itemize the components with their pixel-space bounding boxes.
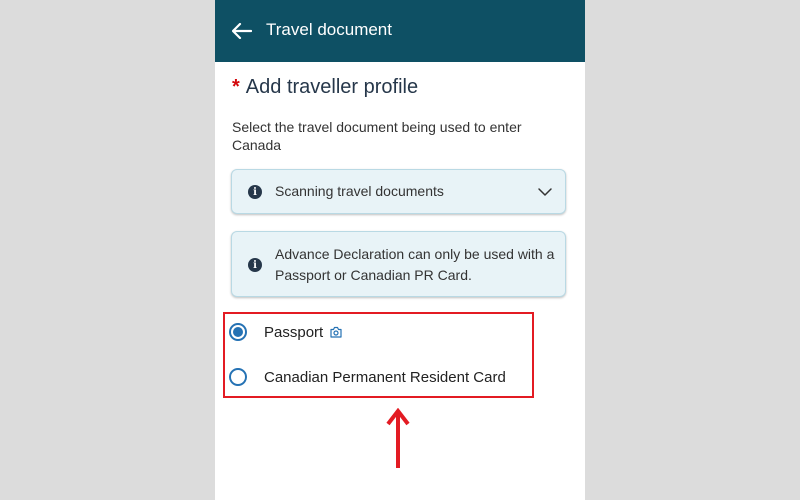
page-description: Select the travel document being used to… bbox=[232, 119, 522, 153]
header-title: Travel document bbox=[266, 20, 392, 39]
notice-text: Advance Declaration can only be used wit… bbox=[275, 246, 555, 283]
required-marker: * bbox=[232, 76, 240, 98]
app-header: Travel document bbox=[215, 0, 585, 62]
passport-notice: i Advance Declaration can only be used w… bbox=[231, 231, 566, 297]
chevron-down-icon bbox=[538, 188, 552, 196]
accordion-label: Scanning travel documents bbox=[275, 183, 444, 199]
highlight-annotation-box bbox=[223, 312, 534, 398]
info-icon: i bbox=[248, 258, 262, 272]
page-title: * Add traveller profile bbox=[232, 76, 418, 99]
info-icon: i bbox=[248, 185, 262, 199]
back-button[interactable] bbox=[227, 16, 257, 46]
arrow-up-icon bbox=[386, 408, 410, 468]
page-title-text: Add traveller profile bbox=[245, 76, 419, 98]
scanning-documents-accordion[interactable]: i Scanning travel documents bbox=[231, 169, 566, 214]
arrow-left-icon bbox=[232, 23, 252, 39]
